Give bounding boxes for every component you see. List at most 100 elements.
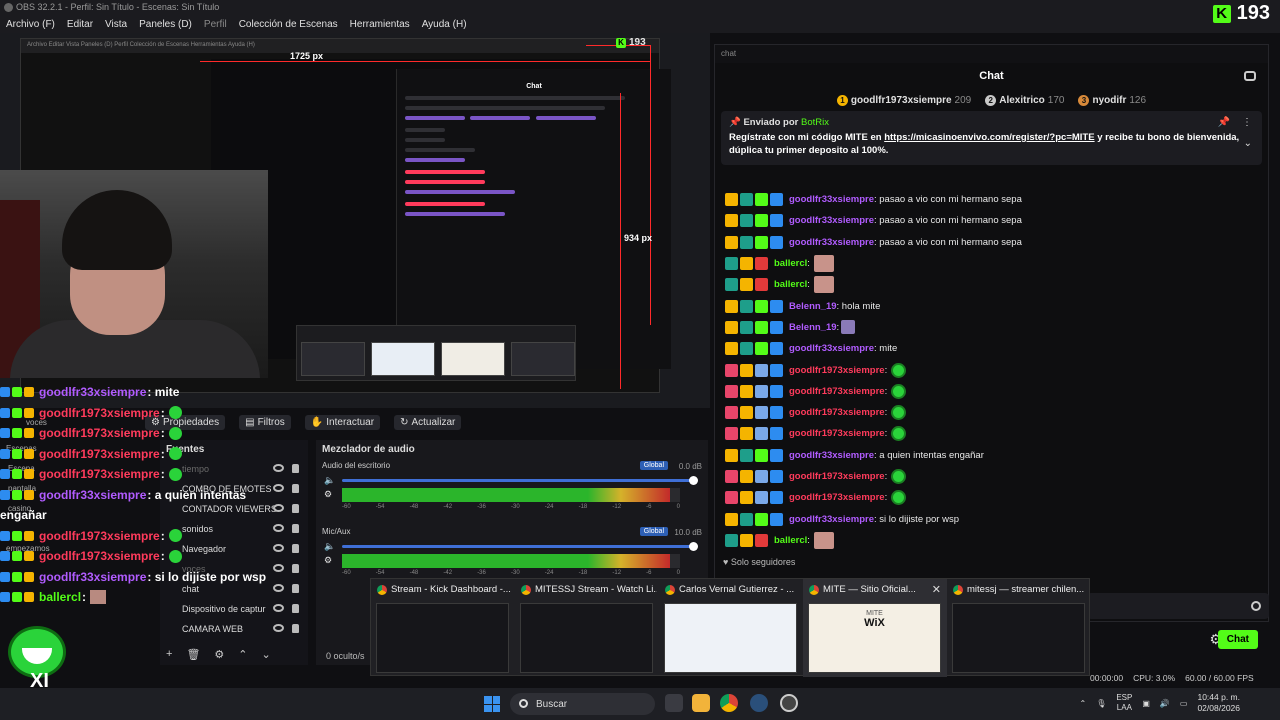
chat-username[interactable]: goodlfr1973xsiempre — [789, 407, 885, 418]
file-explorer-icon[interactable] — [692, 694, 710, 712]
more-options-icon[interactable]: ⋮ — [1242, 116, 1252, 129]
speaker-icon[interactable]: 🔈 — [324, 541, 335, 552]
gear-icon[interactable]: ⚙ — [324, 555, 332, 566]
chat-badge-icon — [12, 551, 22, 562]
volume-slider[interactable] — [342, 542, 698, 551]
wix-logo: WiX — [864, 617, 885, 629]
chevron-down-icon[interactable]: ⌄ — [262, 648, 271, 661]
nested-chat-line — [405, 170, 485, 174]
chat-username[interactable]: goodlfr1973xsiempre — [789, 386, 885, 397]
menu-paneles[interactable]: Paneles (D) — [139, 19, 192, 30]
chat-username[interactable]: goodlfr33xsiempre — [789, 215, 874, 226]
chat-text: : — [884, 471, 888, 482]
chat-username[interactable]: goodlfr33xsiempre — [789, 514, 874, 525]
chat-username[interactable]: goodlfr1973xsiempre — [789, 492, 885, 503]
menu-perfil[interactable]: Perfil — [204, 19, 227, 30]
chat-username[interactable]: Belenn_19 — [789, 301, 837, 312]
pinned-link[interactable]: https://micasinoenvivo.com/register/?pc=… — [884, 132, 1094, 143]
volume-icon[interactable]: 🔊 — [1160, 699, 1170, 708]
chat-username[interactable]: goodlfr33xsiempre — [789, 343, 874, 354]
lock-icon[interactable] — [292, 464, 299, 473]
laughing-emote-icon — [168, 406, 182, 420]
clock[interactable]: 10:44 p. m. 02/08/2026 — [1197, 692, 1240, 714]
chevron-up-icon[interactable]: ⌃ — [1079, 699, 1086, 708]
overlay-chat-row: goodlfr1973xsiempre : — [0, 444, 290, 465]
chat-username[interactable]: Belenn_19 — [789, 322, 837, 333]
gear-icon[interactable]: ⚙ — [214, 648, 224, 661]
obs-taskbar-icon[interactable] — [780, 694, 798, 712]
eye-icon[interactable] — [273, 624, 284, 632]
chat-username[interactable]: ballercl — [774, 535, 807, 546]
chat-username[interactable]: goodlfr1973xsiempre — [789, 365, 885, 376]
menu-herramientas[interactable]: Herramientas — [350, 19, 410, 30]
overlay-chat-text: : — [160, 549, 165, 564]
interact-button[interactable]: ✋ Interactuar — [304, 414, 381, 430]
window-thumbnail — [376, 603, 509, 673]
chat-username[interactable]: goodlfr33xsiempre — [789, 450, 874, 461]
pinned-message: 📌 Enviado por BotRix Regístrate con mi c… — [721, 111, 1262, 165]
chat-username[interactable]: goodlfr33xsiempre — [789, 237, 874, 248]
slider-knob[interactable] — [689, 542, 698, 551]
lock-icon[interactable] — [292, 604, 299, 613]
chat-input[interactable] — [1087, 593, 1269, 619]
mic-icon[interactable]: 🎙 — [1096, 699, 1106, 708]
volume-slider[interactable] — [342, 476, 698, 485]
chevron-up-icon[interactable]: ⌃ — [238, 648, 247, 661]
chrome-icon[interactable] — [720, 694, 738, 712]
chat-username[interactable]: ballercl — [774, 258, 807, 269]
menu-archivo[interactable]: Archivo (F) — [6, 19, 55, 30]
chat-username[interactable]: goodlfr1973xsiempre — [789, 428, 885, 439]
channel-tag[interactable]: Global — [639, 461, 668, 470]
network-icon[interactable]: ▣ — [1142, 699, 1150, 708]
task-view-icon[interactable] — [665, 694, 683, 712]
battery-icon[interactable]: ▭ — [1180, 699, 1188, 708]
steam-icon[interactable] — [750, 694, 768, 712]
chat-username[interactable]: ballercl — [774, 279, 807, 290]
speaker-icon[interactable]: 🔈 — [324, 475, 335, 486]
overlay-chat-user: goodlfr33xsiempre — [39, 487, 147, 502]
source-item[interactable]: CAMARA WEB — [160, 619, 308, 639]
chat-message: goodlfr1973xsiempre: — [725, 359, 1265, 380]
chat-send-button[interactable]: Chat — [1217, 629, 1258, 649]
window-preview[interactable]: MITE — Sitio Oficial... ✕ MITE WiX — [803, 579, 947, 677]
chat-username[interactable]: goodlfr1973xsiempre — [789, 471, 885, 482]
channel-tag[interactable]: Global — [639, 527, 668, 536]
lock-icon[interactable] — [292, 524, 299, 533]
chevron-down-icon[interactable]: ⌄ — [1244, 137, 1252, 150]
language-indicator[interactable]: ESP LAA — [1116, 693, 1132, 713]
laughing-emote-icon — [168, 426, 182, 440]
users-icon[interactable] — [1244, 71, 1256, 81]
chat-username[interactable]: goodlfr33xsiempre — [789, 194, 874, 205]
chat-badge-icon — [770, 406, 783, 420]
sources-footer: + 🗑 ⚙ ⌃ ⌄ — [160, 643, 308, 665]
menu-ayuda[interactable]: Ayuda (H) — [422, 19, 467, 30]
refresh-button[interactable]: ↻ Actualizar — [394, 414, 462, 430]
lock-icon[interactable] — [292, 624, 299, 633]
pin-icon[interactable]: 📌 — [1218, 116, 1230, 129]
taskbar-search[interactable]: Buscar — [510, 693, 655, 715]
chat-panel: chat Chat 1 goodlfr1973xsiempre 209 2 Alexit… — [714, 44, 1269, 649]
lock-icon[interactable] — [292, 584, 299, 593]
window-preview[interactable]: Stream - Kick Dashboard -... — [371, 579, 515, 677]
lock-icon[interactable] — [292, 544, 299, 553]
close-icon[interactable]: ✕ — [932, 583, 941, 596]
window-preview[interactable]: mitessj — streamer chilen... — [947, 579, 1091, 677]
lock-icon[interactable] — [292, 504, 299, 513]
laughing-emote-icon — [891, 426, 907, 442]
windows-start-icon[interactable] — [484, 696, 500, 712]
emoji-icon[interactable] — [1251, 601, 1261, 611]
lock-icon[interactable] — [292, 564, 299, 573]
rank-medal-icon: 3 — [1078, 94, 1090, 106]
lock-icon[interactable] — [292, 484, 299, 493]
add-icon[interactable]: + — [166, 648, 172, 660]
slider-knob[interactable] — [689, 476, 698, 485]
gear-icon[interactable]: ⚙ — [324, 489, 332, 500]
meter-tick: -42 — [443, 570, 453, 576]
menu-vista[interactable]: Vista — [105, 19, 127, 30]
window-preview[interactable]: Carlos Vernal Gutierrez - ... — [659, 579, 803, 677]
window-preview[interactable]: MITESSJ Stream - Watch Li... — [515, 579, 659, 677]
menu-coleccion-escenas[interactable]: Colección de Escenas — [239, 19, 338, 30]
menu-editar[interactable]: Editar — [67, 19, 93, 30]
trash-icon[interactable]: 🗑 — [186, 648, 200, 661]
overlay-chat-user: goodlfr1973xsiempre — [39, 405, 160, 420]
